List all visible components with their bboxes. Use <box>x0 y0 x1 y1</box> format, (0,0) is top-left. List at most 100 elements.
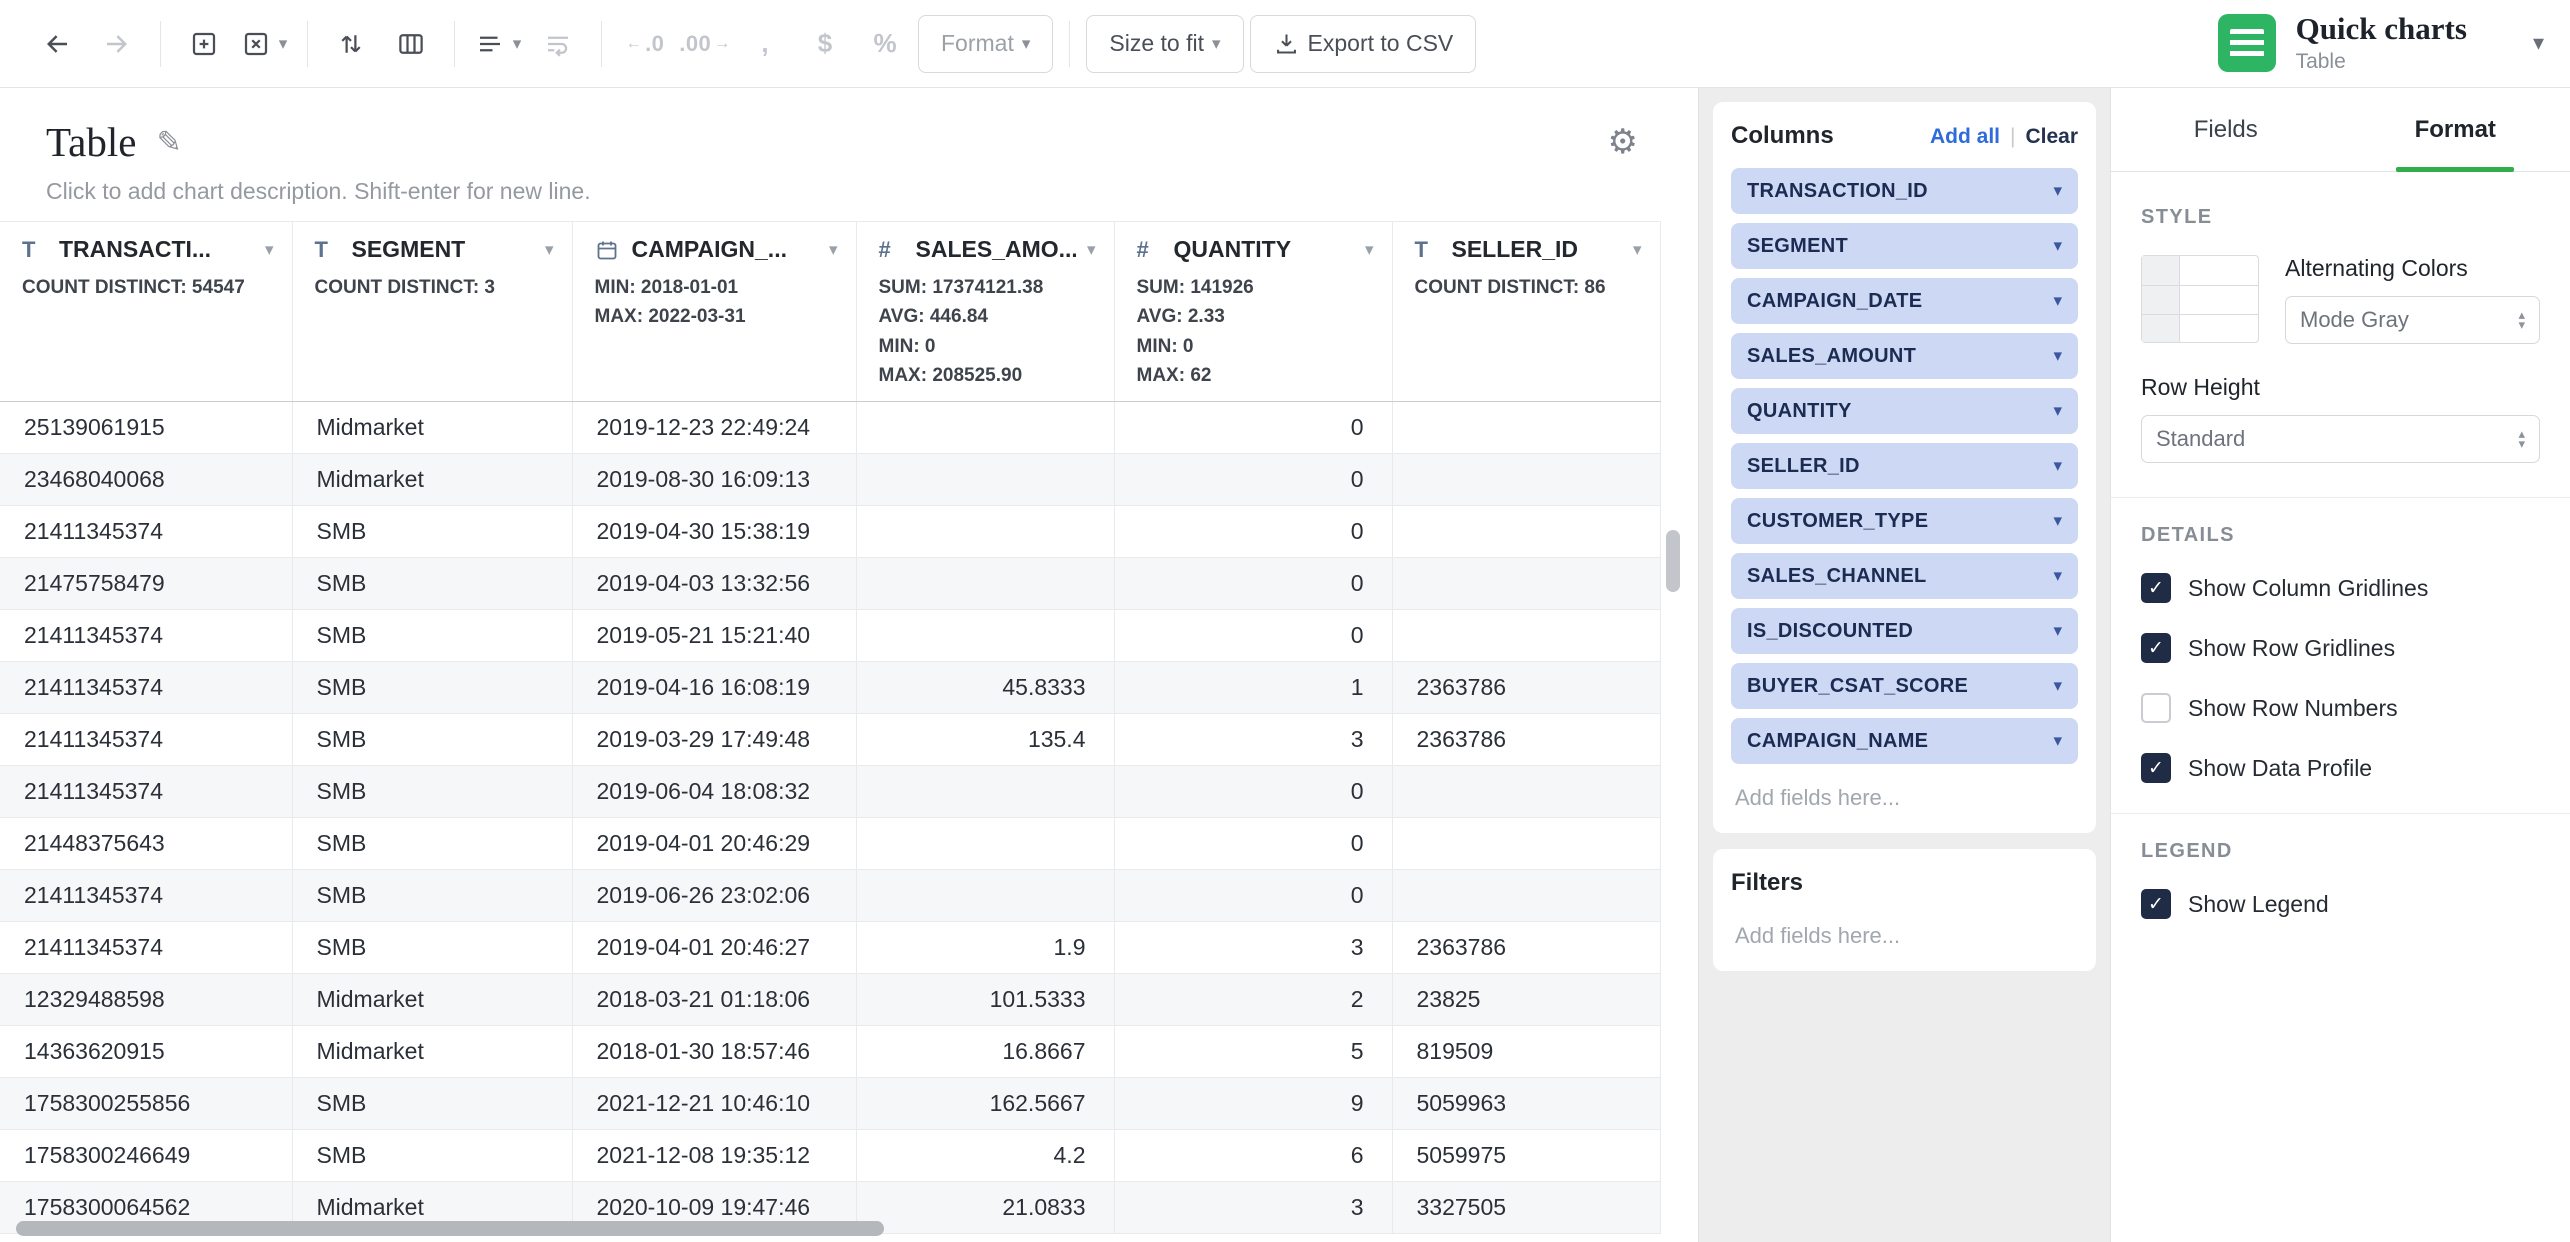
column-header[interactable]: #SALES_AMO...▾SUM: 17374121.38AVG: 446.8… <box>856 222 1114 402</box>
table-row[interactable]: 12329488598Midmarket2018-03-21 01:18:061… <box>0 973 1660 1025</box>
decrease-decimal-button[interactable]: ←.0 <box>618 17 672 71</box>
checkbox-checked[interactable]: ✓ <box>2141 573 2171 603</box>
style-section-label: STYLE <box>2141 206 2540 229</box>
checkbox-row[interactable]: ✓Show Legend <box>2141 889 2540 919</box>
chevron-down-icon[interactable]: ▾ <box>2053 566 2062 586</box>
table-cell: 2019-04-16 16:08:19 <box>572 661 856 713</box>
table-row[interactable]: 1758300246649SMB2021-12-08 19:35:124.265… <box>0 1129 1660 1181</box>
table-row[interactable]: 21411345374SMB2019-06-04 18:08:320 <box>0 765 1660 817</box>
filters-add-fields-placeholder[interactable]: Add fields here... <box>1731 897 2078 951</box>
tab-fields[interactable]: Fields <box>2111 88 2341 171</box>
chevron-down-icon[interactable]: ▾ <box>2533 30 2544 56</box>
sort-button[interactable] <box>324 17 378 71</box>
checkbox-row[interactable]: ✓Show Row Gridlines <box>2141 633 2540 663</box>
chart-description-placeholder[interactable]: Click to add chart description. Shift-en… <box>46 178 1638 205</box>
alternating-colors-select[interactable]: Mode Gray ▴▾ <box>2285 296 2540 344</box>
column-pill[interactable]: SEGMENT▾ <box>1731 223 2078 269</box>
table-row[interactable]: 21411345374SMB2019-03-29 17:49:48135.432… <box>0 713 1660 765</box>
chevron-down-icon[interactable]: ▾ <box>829 240 838 260</box>
decimal-increase-label: .00 <box>679 31 711 57</box>
column-pill[interactable]: SELLER_ID▾ <box>1731 443 2078 489</box>
column-pill[interactable]: SALES_AMOUNT▾ <box>1731 333 2078 379</box>
table-cell: 2019-04-01 20:46:27 <box>572 921 856 973</box>
chevron-down-icon[interactable]: ▾ <box>2053 236 2062 256</box>
text-type-icon: T <box>315 237 341 263</box>
chevron-down-icon[interactable]: ▾ <box>2053 511 2062 531</box>
column-header[interactable]: TSEGMENT▾COUNT DISTINCT: 3 <box>292 222 572 402</box>
column-header[interactable]: CAMPAIGN_...▾MIN: 2018-01-01MAX: 2022-03… <box>572 222 856 402</box>
chevron-down-icon[interactable]: ▾ <box>2053 621 2062 641</box>
column-pill[interactable]: SALES_CHANNEL▾ <box>1731 553 2078 599</box>
column-pill[interactable]: BUYER_CSAT_SCORE▾ <box>1731 663 2078 709</box>
chevron-down-icon[interactable]: ▾ <box>1365 240 1374 260</box>
checkbox-row[interactable]: Show Row Numbers <box>2141 693 2540 723</box>
chevron-down-icon[interactable]: ▾ <box>2053 456 2062 476</box>
edit-title-icon[interactable]: ✎ <box>156 125 181 160</box>
vertical-scrollbar[interactable] <box>1666 530 1680 592</box>
table-row[interactable]: 21448375643SMB2019-04-01 20:46:290 <box>0 817 1660 869</box>
chevron-down-icon[interactable]: ▾ <box>2053 676 2062 696</box>
size-to-fit-label: Size to fit <box>1109 30 1204 57</box>
tab-format[interactable]: Format <box>2341 88 2570 171</box>
chevron-down-icon[interactable]: ▾ <box>2053 181 2062 201</box>
columns-layout-button[interactable] <box>384 17 438 71</box>
columns-add-fields-placeholder[interactable]: Add fields here... <box>1731 773 2078 813</box>
column-header[interactable]: TSELLER_ID▾COUNT DISTINCT: 86 <box>1392 222 1660 402</box>
table-row[interactable]: 21411345374SMB2019-06-26 23:02:060 <box>0 869 1660 921</box>
details-options: ✓Show Column Gridlines ✓Show Row Gridline… <box>2141 573 2540 783</box>
clear-link[interactable]: Clear <box>2025 125 2078 149</box>
currency-format-button[interactable]: $ <box>798 17 852 71</box>
size-to-fit-button[interactable]: Size to fit ▾ <box>1086 15 1243 73</box>
checkbox-checked[interactable]: ✓ <box>2141 889 2171 919</box>
wrap-text-button[interactable] <box>531 17 585 71</box>
chevron-down-icon[interactable]: ▾ <box>2053 291 2062 311</box>
table-row[interactable]: 23468040068Midmarket2019-08-30 16:09:130 <box>0 453 1660 505</box>
table-row[interactable]: 21411345374SMB2019-04-01 20:46:271.93236… <box>0 921 1660 973</box>
column-pill[interactable]: IS_DISCOUNTED▾ <box>1731 608 2078 654</box>
table-row[interactable]: 21475758479SMB2019-04-03 13:32:560 <box>0 557 1660 609</box>
back-button[interactable] <box>30 17 84 71</box>
chevron-down-icon[interactable]: ▾ <box>1087 240 1096 260</box>
table-cell: SMB <box>292 609 572 661</box>
column-header[interactable]: TTRANSACTI...▾COUNT DISTINCT: 54547 <box>0 222 292 402</box>
insert-column-button[interactable] <box>177 17 231 71</box>
page-title[interactable]: Table <box>46 118 136 166</box>
horizontal-scrollbar[interactable] <box>16 1221 884 1236</box>
table-row[interactable]: 1758300255856SMB2021-12-21 10:46:10162.5… <box>0 1077 1660 1129</box>
table-row[interactable]: 21411345374SMB2019-04-16 16:08:1945.8333… <box>0 661 1660 713</box>
column-pill[interactable]: CUSTOMER_TYPE▾ <box>1731 498 2078 544</box>
column-pill[interactable]: CAMPAIGN_DATE▾ <box>1731 278 2078 324</box>
row-height-select[interactable]: Standard ▴▾ <box>2141 415 2540 463</box>
chevron-down-icon[interactable]: ▾ <box>265 240 274 260</box>
table-row[interactable]: 14363620915Midmarket2018-01-30 18:57:461… <box>0 1025 1660 1077</box>
increase-decimal-button[interactable]: .00→ <box>678 17 732 71</box>
chevron-down-icon[interactable]: ▾ <box>2053 346 2062 366</box>
checkbox-row[interactable]: ✓Show Data Profile <box>2141 753 2540 783</box>
column-pill[interactable]: CAMPAIGN_NAME▾ <box>1731 718 2078 764</box>
column-pill[interactable]: TRANSACTION_ID▾ <box>1731 168 2078 214</box>
percent-format-button[interactable]: % <box>858 17 912 71</box>
chevron-down-icon[interactable]: ▾ <box>545 240 554 260</box>
thousands-separator-button[interactable]: , <box>738 17 792 71</box>
forward-button[interactable] <box>90 17 144 71</box>
checkbox-checked[interactable]: ✓ <box>2141 753 2171 783</box>
chevron-down-icon[interactable]: ▾ <box>2053 731 2062 751</box>
sort-group <box>308 17 454 71</box>
chart-type-selector[interactable]: Quick charts Table ▾ <box>2218 13 2570 74</box>
checkbox-checked[interactable]: ✓ <box>2141 633 2171 663</box>
chevron-down-icon[interactable]: ▾ <box>1633 240 1642 260</box>
add-all-link[interactable]: Add all <box>1930 125 2000 149</box>
chevron-down-icon[interactable]: ▾ <box>2053 401 2062 421</box>
table-row[interactable]: 25139061915Midmarket2019-12-23 22:49:240 <box>0 401 1660 453</box>
table-row[interactable]: 21411345374SMB2019-05-21 15:21:400 <box>0 609 1660 661</box>
column-pill[interactable]: QUANTITY▾ <box>1731 388 2078 434</box>
remove-column-button[interactable]: ▾ <box>237 17 291 71</box>
checkbox-unchecked[interactable] <box>2141 693 2171 723</box>
format-dropdown-button[interactable]: Format ▾ <box>918 15 1053 73</box>
checkbox-row[interactable]: ✓Show Column Gridlines <box>2141 573 2540 603</box>
export-csv-button[interactable]: Export to CSV <box>1250 15 1477 73</box>
column-header[interactable]: #QUANTITY▾SUM: 141926AVG: 2.33MIN: 0MAX:… <box>1114 222 1392 402</box>
table-row[interactable]: 21411345374SMB2019-04-30 15:38:190 <box>0 505 1660 557</box>
gear-icon[interactable]: ⚙ <box>1608 122 1638 162</box>
text-align-button[interactable]: ▾ <box>471 17 525 71</box>
